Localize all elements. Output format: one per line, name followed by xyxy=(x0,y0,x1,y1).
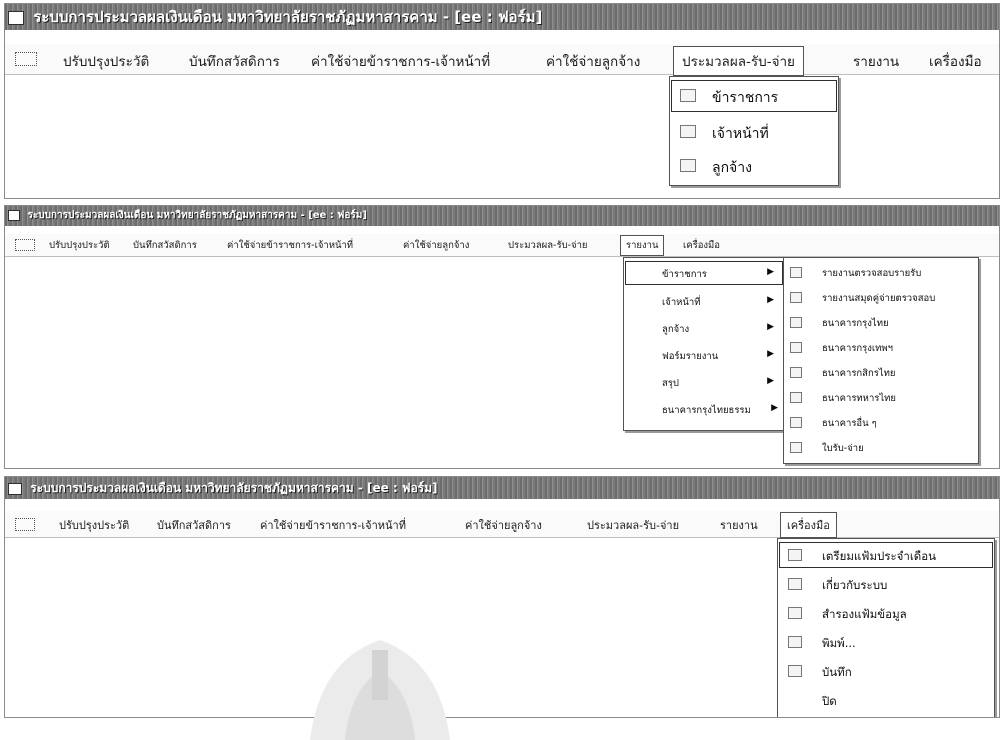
menu-tools[interactable]: เครื่องมือ xyxy=(683,238,720,253)
document-icon xyxy=(790,267,802,278)
reports-item-summary[interactable]: สรุป ▶ xyxy=(624,369,784,395)
menu-employee-expense[interactable]: ค่าใช้จ่ายลูกจ้าง xyxy=(546,50,640,72)
triangle-right-icon: ▶ xyxy=(767,295,774,305)
menu-employee-expense[interactable]: ค่าใช้จ่ายลูกจ้าง xyxy=(465,516,542,534)
processing-dropdown: ข้าราชการ เจ้าหน้าที่ ลูกจ้าง xyxy=(669,76,839,186)
menu-update-history[interactable]: ปรับปรุงประวัติ xyxy=(49,238,110,253)
document-icon xyxy=(790,342,802,353)
tools-item-save[interactable]: บันทึก xyxy=(778,657,994,685)
reports-item-krungthai[interactable]: ธนาคารกรุงไทยธรรม ▶ xyxy=(624,396,784,422)
menu-welfare-record[interactable]: บันทึกสวัสดิการ xyxy=(133,238,197,253)
document-icon xyxy=(790,392,802,403)
document-icon xyxy=(680,125,696,138)
submenu-item-payment-ledger[interactable]: รายงานสมุดคู่จ่ายตรวจสอบ xyxy=(784,285,978,310)
reports-submenu: รายงานตรวจสอบรายรับ รายงานสมุดคู่จ่ายตรว… xyxy=(783,257,979,464)
window-title: ระบบการประมวลผลเงินเดือน มหาวิทยาลัยราชภ… xyxy=(33,8,543,26)
menu-reports[interactable]: รายงาน xyxy=(720,516,758,534)
window-processing: ระบบการประมวลผลเงินเดือน มหาวิทยาลัยราชภ… xyxy=(4,3,1000,199)
reports-item-civil-servant[interactable]: ข้าราชการ ▶ xyxy=(624,260,784,286)
window-reports: ระบบการประมวลผลเงินเดือน มหาวิทยาลัยราชภ… xyxy=(4,205,1000,469)
submenu-item-tmb-bank[interactable]: ธนาคารทหารไทย xyxy=(784,385,978,410)
document-icon xyxy=(680,159,696,172)
menu-civil-servant-expense[interactable]: ค่าใช้จ่ายข้าราชการ-เจ้าหน้าที่ xyxy=(227,238,353,253)
menu-civil-servant-expense[interactable]: ค่าใช้จ่ายข้าราชการ-เจ้าหน้าที่ xyxy=(311,50,490,72)
tools-item-close[interactable]: ปิด xyxy=(778,686,994,714)
title-bar: ระบบการประมวลผลเงินเดือน มหาวิทยาลัยราชภ… xyxy=(5,206,999,226)
menu-bar: ปรับปรุงประวัติ บันทึกสวัสดิการ ค่าใช้จ่… xyxy=(5,511,999,538)
save-icon xyxy=(788,665,802,677)
university-seal-watermark xyxy=(310,640,450,740)
reports-item-staff[interactable]: เจ้าหน้าที่ ▶ xyxy=(624,288,784,314)
menu-grip-icon xyxy=(15,52,37,66)
menu-bar: ปรับปรุงประวัติ บันทึกสวัสดิการ ค่าใช้จ่… xyxy=(5,44,999,76)
menu-grip-icon xyxy=(15,518,35,531)
submenu-item-bangkok-bank[interactable]: ธนาคารกรุงเทพฯ xyxy=(784,335,978,360)
menu-processing[interactable]: ประมวลผล-รับ-จ่าย xyxy=(508,238,588,253)
processing-item-staff[interactable]: เจ้าหน้าที่ xyxy=(670,115,838,149)
menu-welfare-record[interactable]: บันทึกสวัสดิการ xyxy=(189,50,280,72)
reports-dropdown: ข้าราชการ ▶ เจ้าหน้าที่ ▶ ลูกจ้าง ▶ ฟอร์… xyxy=(623,257,785,431)
menu-update-history[interactable]: ปรับปรุงประวัติ xyxy=(59,516,129,534)
processing-item-civil-servant[interactable]: ข้าราชการ xyxy=(670,79,838,113)
triangle-right-icon: ▶ xyxy=(771,403,778,413)
menu-tools[interactable]: เครื่องมือ xyxy=(929,50,982,72)
title-bar: ระบบการประมวลผลเงินเดือน มหาวิทยาลัยราชภ… xyxy=(5,4,999,30)
window-title: ระบบการประมวลผลเงินเดือน มหาวิทยาลัยราชภ… xyxy=(27,210,367,221)
document-icon xyxy=(790,317,802,328)
info-icon xyxy=(788,578,802,590)
menu-processing[interactable]: ประมวลผล-รับ-จ่าย xyxy=(587,516,679,534)
submenu-item-receipt-payment[interactable]: ใบรับ-จ่าย xyxy=(784,435,978,460)
tools-item-print[interactable]: พิมพ์... xyxy=(778,628,994,656)
window-tools: ระบบการประมวลผลเงินเดือน มหาวิทยาลัยราชภ… xyxy=(4,476,1000,718)
menu-welfare-record[interactable]: บันทึกสวัสดิการ xyxy=(157,516,231,534)
backup-icon xyxy=(788,607,802,619)
triangle-right-icon: ▶ xyxy=(767,322,774,332)
reports-item-employee[interactable]: ลูกจ้าง ▶ xyxy=(624,315,784,341)
reports-item-report-form[interactable]: ฟอร์มรายงาน ▶ xyxy=(624,342,784,368)
menu-employee-expense[interactable]: ค่าใช้จ่ายลูกจ้าง xyxy=(403,238,469,253)
tools-dropdown: เตรียมแฟ้มประจำเดือน เกี่ยวกับระบบ สำรอง… xyxy=(777,538,995,717)
triangle-right-icon: ▶ xyxy=(767,267,774,277)
form-icon xyxy=(8,10,24,25)
menu-reports[interactable]: รายงาน xyxy=(620,235,665,256)
submenu-item-krungthai-bank[interactable]: ธนาคารกรุงไทย xyxy=(784,310,978,335)
printer-icon xyxy=(788,636,802,648)
menu-tools[interactable]: เครื่องมือ xyxy=(780,512,837,538)
tools-item-backup[interactable]: สำรองแฟ้มข้อมูล xyxy=(778,599,994,627)
form-icon xyxy=(8,482,22,495)
document-icon xyxy=(790,417,802,428)
menu-processing[interactable]: ประมวลผล-รับ-จ่าย xyxy=(673,46,804,76)
triangle-right-icon: ▶ xyxy=(767,376,774,386)
submenu-item-income-audit[interactable]: รายงานตรวจสอบรายรับ xyxy=(784,260,978,285)
form-icon xyxy=(8,209,20,221)
triangle-right-icon: ▶ xyxy=(767,349,774,359)
menu-civil-servant-expense[interactable]: ค่าใช้จ่ายข้าราชการ-เจ้าหน้าที่ xyxy=(260,516,406,534)
submenu-item-kasikorn-bank[interactable]: ธนาคารกสิกรไทย xyxy=(784,360,978,385)
document-icon xyxy=(790,367,802,378)
title-bar: ระบบการประมวลผลเงินเดือน มหาวิทยาลัยราชภ… xyxy=(5,477,999,499)
tools-item-prepare-monthly-file[interactable]: เตรียมแฟ้มประจำเดือน xyxy=(778,541,994,569)
menu-update-history[interactable]: ปรับปรุงประวัติ xyxy=(63,50,149,72)
processing-item-employee[interactable]: ลูกจ้าง xyxy=(670,149,838,183)
document-icon xyxy=(790,292,802,303)
document-icon xyxy=(680,89,696,102)
menu-reports[interactable]: รายงาน xyxy=(853,50,899,72)
menu-bar: ปรับปรุงประวัติ บันทึกสวัสดิการ ค่าใช้จ่… xyxy=(5,234,999,257)
menu-grip-icon xyxy=(15,239,35,251)
submenu-item-other-banks[interactable]: ธนาคารอื่น ๆ xyxy=(784,410,978,435)
tools-item-about[interactable]: เกี่ยวกับระบบ xyxy=(778,570,994,598)
window-title: ระบบการประมวลผลเงินเดือน มหาวิทยาลัยราชภ… xyxy=(30,481,438,495)
document-icon xyxy=(788,549,802,561)
document-icon xyxy=(790,442,802,453)
